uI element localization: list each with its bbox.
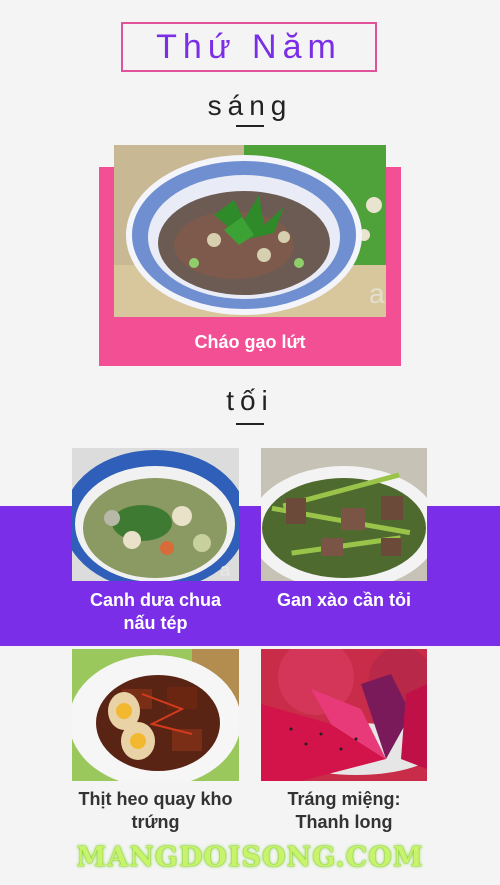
morning-dish-photo: a bbox=[114, 145, 386, 317]
evening-dish-photo-3 bbox=[72, 649, 239, 781]
evening-dish-photo-1: a bbox=[72, 448, 239, 581]
morning-underline bbox=[236, 125, 264, 127]
evening-dish-caption-1: Canh dưa chua nấu tép bbox=[89, 590, 222, 633]
morning-dish-caption: Cháo gạo lứt bbox=[194, 332, 306, 352]
evening-underline bbox=[236, 423, 264, 425]
site-watermark: MANGDOISONG.COM bbox=[76, 842, 424, 873]
evening-dish-photo-2 bbox=[261, 448, 427, 581]
svg-text:a: a bbox=[220, 560, 231, 580]
evening-dish-photo-4 bbox=[261, 649, 427, 781]
evening-dish-caption-2: Gan xào cần tỏi bbox=[276, 590, 412, 610]
svg-text:a: a bbox=[369, 278, 385, 309]
evening-label: tối bbox=[226, 385, 274, 416]
evening-dish-caption-4: Tráng miệng: Thanh long bbox=[287, 789, 401, 832]
morning-label: sáng bbox=[207, 90, 293, 121]
day-title-text: Thứ Năm bbox=[156, 27, 342, 66]
evening-dish-caption-3: Thịt heo quay kho trứng bbox=[78, 789, 233, 832]
day-title: Thứ Năm bbox=[121, 22, 377, 72]
